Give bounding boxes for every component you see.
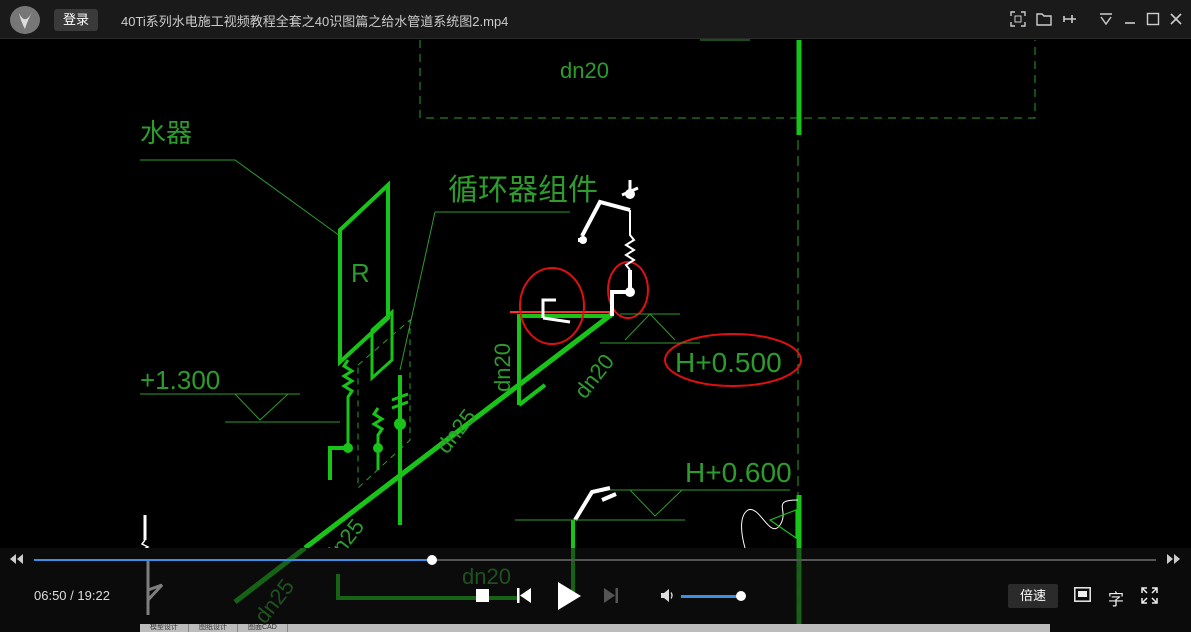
- volume-handle[interactable]: [736, 591, 746, 601]
- video-frame-cad-drawing[interactable]: 水器 循环器组件 R +1.300 H+0.500 H+0.600 dn20 d…: [0, 38, 1191, 548]
- maximize-icon[interactable]: [1144, 10, 1162, 28]
- minimize-icon[interactable]: [1121, 10, 1139, 28]
- stop-icon[interactable]: [476, 589, 489, 602]
- volume-slider[interactable]: [681, 591, 746, 601]
- volume-icon[interactable]: [661, 589, 675, 602]
- cad-tab: 模型设计: [140, 624, 189, 632]
- cad-bottom-tabs: 模型设计 图纸设计 图面CAD: [140, 624, 1050, 632]
- current-time: 06:50: [34, 588, 67, 603]
- folder-icon[interactable]: [1035, 10, 1053, 28]
- cad-tab: 图面CAD: [238, 624, 288, 632]
- menu-dropdown-icon[interactable]: [1097, 10, 1115, 28]
- dashed-boundary-top: [419, 40, 1036, 119]
- window-title: 40Ti系列水电施工视频教程全套之40识图篇之给水管道系统图2.mp4: [121, 14, 509, 29]
- player-controls: 06:50 / 19:22 倍速 字: [0, 548, 1191, 632]
- time-separator: /: [66, 588, 78, 603]
- progress-fill: [34, 559, 433, 561]
- fullscreen-icon[interactable]: [1141, 587, 1158, 604]
- subtitle-button[interactable]: 字: [1108, 586, 1124, 610]
- close-icon[interactable]: [1167, 10, 1185, 28]
- app-logo: [10, 6, 40, 34]
- label-pipe-dn20-vertical: dn20: [490, 343, 515, 392]
- pin-icon[interactable]: [1061, 10, 1079, 28]
- fullscreen-mini-icon[interactable]: [1009, 10, 1027, 28]
- label-circulator-assembly: 循环器组件: [448, 174, 598, 207]
- label-pipe-dn25-a: dn25: [431, 404, 481, 458]
- volume-fill: [681, 595, 741, 598]
- rewind-icon[interactable]: [8, 553, 24, 565]
- label-elevation-1300: +1.300: [140, 365, 220, 395]
- label-water-heater: 水器: [140, 118, 192, 148]
- title-bar: 登录 40Ti系列水电施工视频教程全套之40识图篇之给水管道系统图2.mp4: [0, 0, 1191, 39]
- circulator-box: [370, 308, 394, 382]
- label-pipe-dn20-top: dn20: [560, 58, 609, 83]
- progress-bar[interactable]: [34, 555, 1156, 565]
- speed-button[interactable]: 倍速: [1008, 584, 1058, 608]
- label-pipe-dn20-diagonal: dn20: [569, 349, 619, 403]
- time-display: 06:50 / 19:22: [34, 588, 110, 603]
- label-elevation-0500: H+0.500: [675, 347, 782, 378]
- picture-in-picture-icon[interactable]: [1074, 587, 1091, 602]
- cad-tab: 图纸设计: [189, 624, 238, 632]
- total-duration: 19:22: [77, 588, 110, 603]
- previous-icon[interactable]: [517, 588, 531, 603]
- red-markup-circle-1: [519, 267, 585, 345]
- play-icon[interactable]: [556, 581, 582, 611]
- progress-handle[interactable]: [427, 555, 438, 565]
- label-R: R: [351, 258, 370, 288]
- next-icon[interactable]: [604, 588, 618, 603]
- label-elevation-0600: H+0.600: [685, 457, 792, 488]
- fast-forward-icon[interactable]: [1166, 553, 1182, 565]
- login-button[interactable]: 登录: [54, 9, 98, 31]
